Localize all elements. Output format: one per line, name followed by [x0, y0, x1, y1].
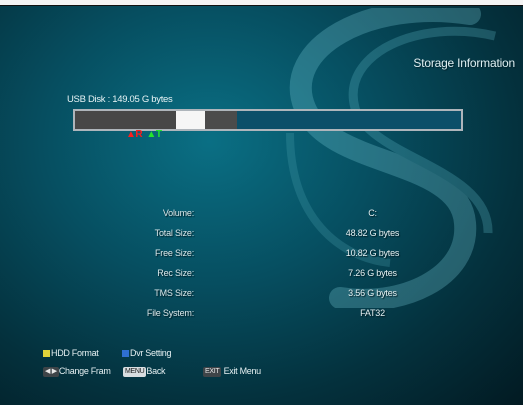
free-size-value: 10.82 G bytes: [345, 248, 400, 258]
tms-size-label: TMS Size:: [154, 288, 194, 298]
rec-size-value: 7.26 G bytes: [348, 268, 397, 278]
exit-key-icon: EXIT: [203, 367, 222, 377]
change-frame-option[interactable]: ◀ ▶ Change Fram: [43, 366, 111, 377]
disk-capacity-label: USB Disk : 149.05 G bytes: [67, 94, 173, 105]
tms-marker: ▲T: [146, 129, 162, 140]
total-size-label: Total Size:: [154, 228, 195, 238]
usage-markers: ▲R ▲T: [126, 129, 162, 140]
left-right-arrows-icon: ◀ ▶: [43, 367, 59, 377]
hdd-format-option[interactable]: HDD Format: [43, 348, 99, 358]
free-size-label: Free Size:: [154, 248, 194, 258]
file-system-value: FAT32: [360, 308, 385, 318]
rec-marker: ▲R: [126, 129, 143, 140]
page-title: Storage Information: [413, 56, 515, 70]
tms-size-value: 3.56 G bytes: [348, 288, 397, 298]
brand-s-logo-watermark: [286, 8, 497, 308]
menu-key-icon: MENU: [123, 367, 147, 377]
recording-usage-segment: [75, 111, 176, 129]
storage-usage-bar: [73, 109, 463, 131]
timeshift-usage-segment: [176, 111, 205, 129]
dvr-setting-option[interactable]: Dvr Setting: [122, 348, 172, 358]
exit-menu-option[interactable]: EXIT Exit Menu: [203, 366, 261, 377]
volume-value: C:: [368, 208, 377, 218]
storage-screen: Storage Information USB Disk : 149.05 G …: [0, 0, 523, 405]
blue-key-icon: [122, 350, 129, 357]
file-system-label: File System:: [146, 308, 194, 318]
back-option[interactable]: MENU Back: [123, 366, 166, 377]
total-size-value: 48.82 G bytes: [345, 228, 400, 238]
top-border: [0, 0, 523, 6]
yellow-key-icon: [43, 350, 50, 357]
rec-size-label: Rec Size:: [157, 268, 194, 278]
volume-label: Volume:: [162, 208, 194, 218]
recording-usage-segment-2: [205, 111, 237, 129]
